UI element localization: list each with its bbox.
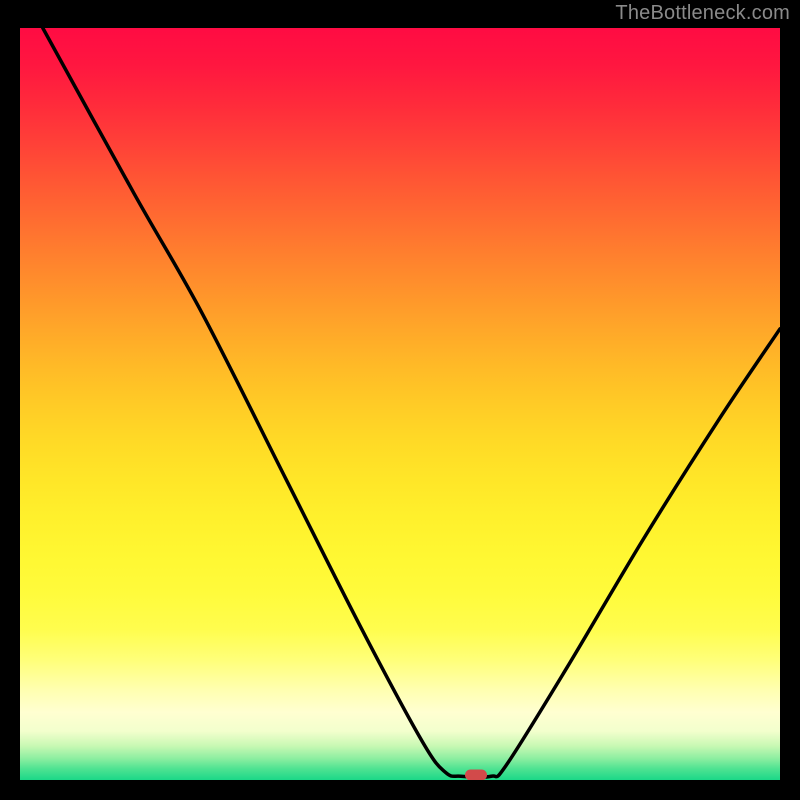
plot-area <box>20 28 780 780</box>
bottleneck-curve <box>20 28 780 780</box>
watermark-text: TheBottleneck.com <box>615 2 790 25</box>
optimal-marker-icon <box>465 770 487 780</box>
